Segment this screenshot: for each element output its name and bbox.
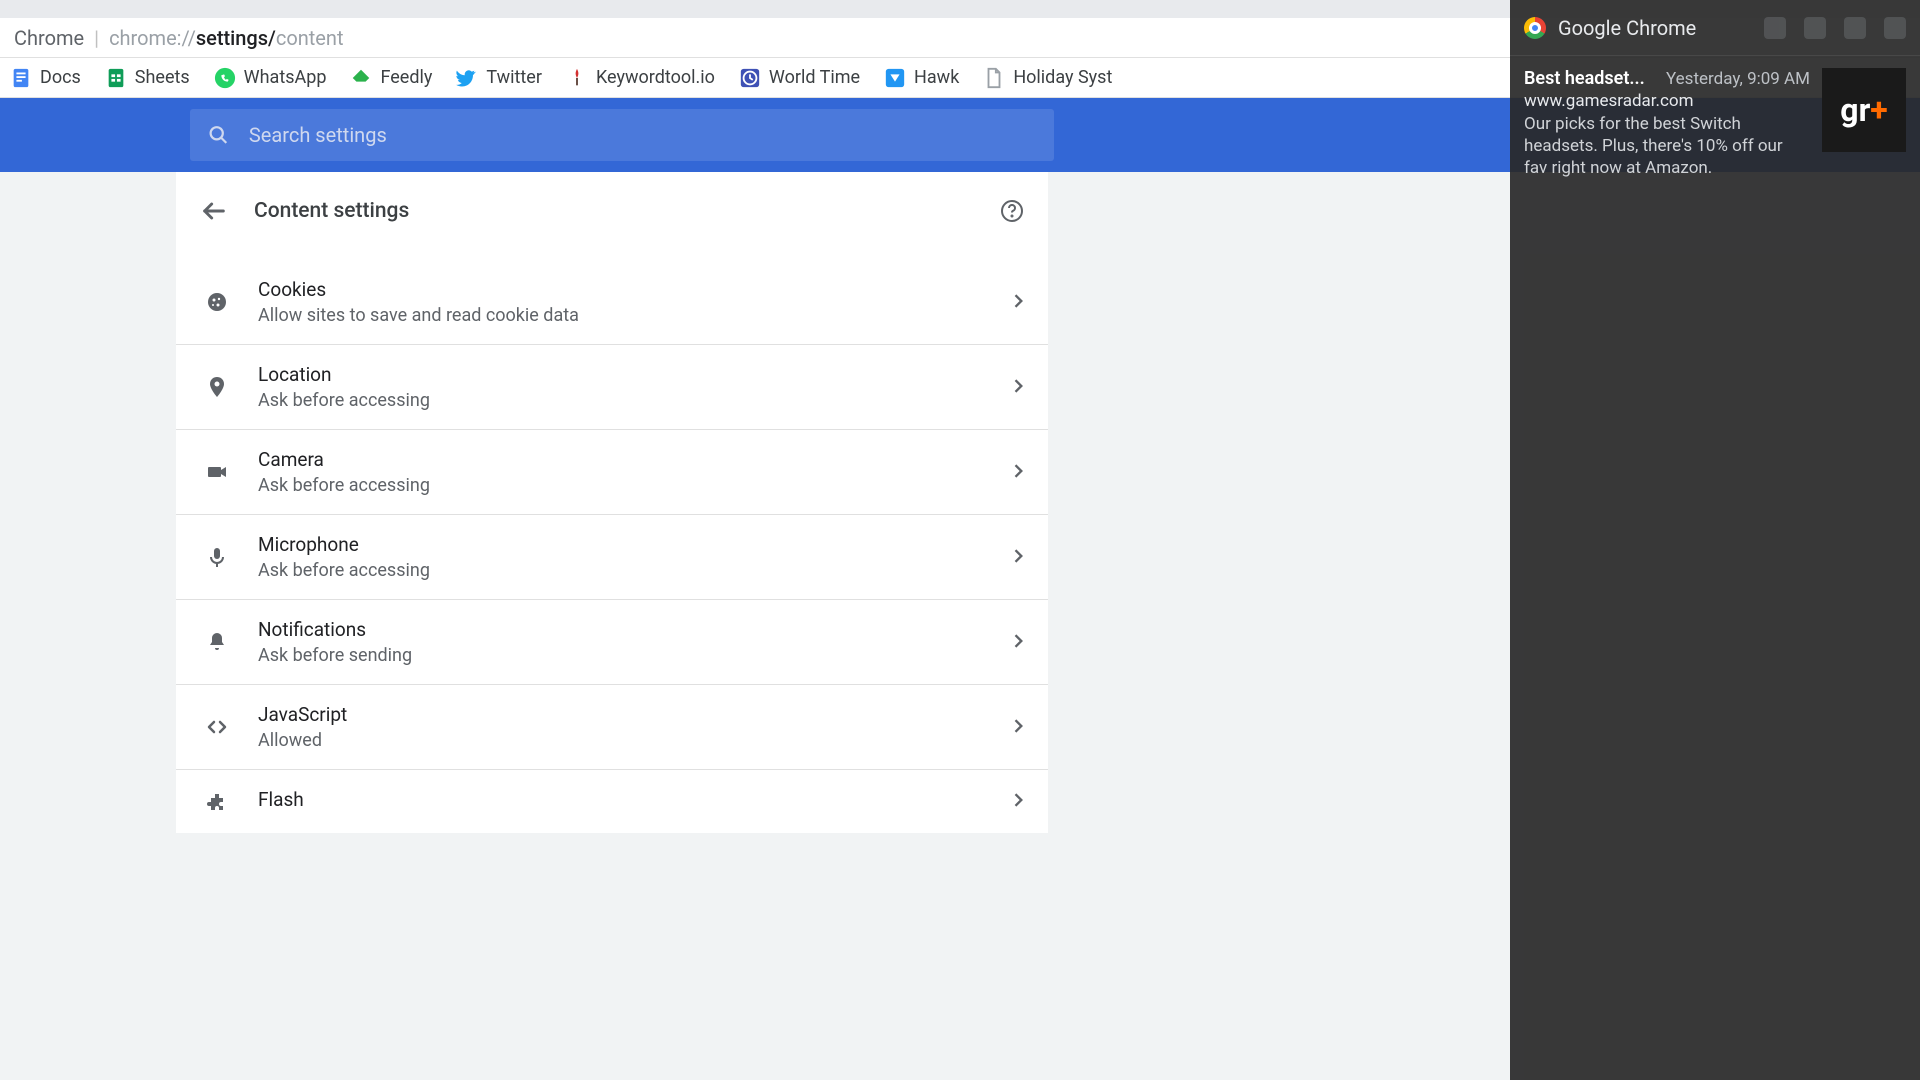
bookmark-label: Keywordtool.io bbox=[596, 67, 715, 88]
location-icon bbox=[204, 374, 230, 400]
setting-row-location[interactable]: Location Ask before accessing bbox=[176, 344, 1048, 429]
hawk-icon bbox=[884, 67, 906, 89]
chrome-icon bbox=[1524, 17, 1546, 39]
setting-title: Location bbox=[258, 363, 986, 386]
notification-site: www.gamesradar.com bbox=[1524, 91, 1810, 111]
sheets-icon bbox=[105, 67, 127, 89]
bookmark-label: Hawk bbox=[914, 67, 959, 88]
back-arrow-icon[interactable] bbox=[200, 197, 228, 225]
setting-title: Notifications bbox=[258, 618, 986, 641]
section-header: Content settings bbox=[176, 172, 1048, 250]
setting-subtitle: Ask before accessing bbox=[258, 475, 986, 496]
bookmark-feedly[interactable]: Feedly bbox=[350, 67, 432, 89]
feedly-icon bbox=[350, 67, 372, 89]
settings-list: Cookies Allow sites to save and read coo… bbox=[176, 250, 1048, 833]
notification-description: Our picks for the best Switch headsets. … bbox=[1524, 113, 1810, 179]
chevron-right-icon bbox=[1014, 378, 1024, 397]
search-input[interactable] bbox=[249, 123, 1036, 147]
setting-row-flash[interactable]: Flash bbox=[176, 769, 1048, 833]
clock-icon bbox=[739, 67, 761, 89]
file-icon bbox=[983, 67, 1005, 89]
keyword-icon bbox=[566, 67, 588, 89]
bookmark-twitter[interactable]: Twitter bbox=[456, 67, 542, 89]
code-icon bbox=[204, 714, 230, 740]
cookie-icon bbox=[204, 289, 230, 315]
browser-name: Chrome bbox=[14, 26, 84, 50]
search-box[interactable] bbox=[190, 109, 1054, 161]
setting-row-javascript[interactable]: JavaScript Allowed bbox=[176, 684, 1048, 769]
bookmark-label: World Time bbox=[769, 67, 860, 88]
bookmark-label: Sheets bbox=[135, 67, 190, 88]
notification-panel: Google Chrome Best headset... Yesterday,… bbox=[1510, 0, 1920, 1080]
setting-row-notifications[interactable]: Notifications Ask before sending bbox=[176, 599, 1048, 684]
setting-title: Cookies bbox=[258, 278, 986, 301]
setting-title: Flash bbox=[258, 788, 986, 811]
url: chrome://settings/content bbox=[109, 26, 343, 50]
separator: | bbox=[94, 26, 99, 50]
setting-subtitle: Ask before accessing bbox=[258, 560, 986, 581]
setting-row-cookies[interactable]: Cookies Allow sites to save and read coo… bbox=[176, 250, 1048, 344]
bookmark-sheets[interactable]: Sheets bbox=[105, 67, 190, 89]
setting-title: Microphone bbox=[258, 533, 986, 556]
notification-thumbnail: gr+ bbox=[1822, 68, 1906, 152]
setting-subtitle: Ask before accessing bbox=[258, 390, 986, 411]
setting-subtitle: Ask before sending bbox=[258, 645, 986, 666]
page-title: Content settings bbox=[254, 199, 974, 223]
setting-subtitle: Allowed bbox=[258, 730, 986, 751]
chevron-right-icon bbox=[1014, 463, 1024, 482]
setting-title: Camera bbox=[258, 448, 986, 471]
bookmark-label: Feedly bbox=[380, 67, 432, 88]
microphone-icon bbox=[204, 544, 230, 570]
chevron-right-icon bbox=[1014, 548, 1024, 567]
docs-icon bbox=[10, 67, 32, 89]
bookmark-hawk[interactable]: Hawk bbox=[884, 67, 959, 89]
notification-card[interactable]: Best headset... Yesterday, 9:09 AM www.g… bbox=[1510, 56, 1920, 191]
bookmark-label: Twitter bbox=[486, 67, 542, 88]
notification-app-name: Google Chrome bbox=[1558, 16, 1696, 40]
notification-title: Best headset... bbox=[1524, 68, 1645, 89]
bookmark-world-time[interactable]: World Time bbox=[739, 67, 860, 89]
chevron-right-icon bbox=[1014, 633, 1024, 652]
setting-row-microphone[interactable]: Microphone Ask before accessing bbox=[176, 514, 1048, 599]
chevron-right-icon bbox=[1014, 293, 1024, 312]
help-icon[interactable] bbox=[1000, 199, 1024, 223]
bookmark-label: Docs bbox=[40, 67, 81, 88]
bookmark-whatsapp[interactable]: WhatsApp bbox=[214, 67, 327, 89]
bookmark-label: WhatsApp bbox=[244, 67, 327, 88]
tray-icons bbox=[1764, 17, 1906, 39]
setting-subtitle: Allow sites to save and read cookie data bbox=[258, 305, 986, 326]
setting-row-camera[interactable]: Camera Ask before accessing bbox=[176, 429, 1048, 514]
search-icon bbox=[208, 124, 229, 146]
bookmark-docs[interactable]: Docs bbox=[10, 67, 81, 89]
notification-header: Google Chrome bbox=[1510, 0, 1920, 56]
whatsapp-icon bbox=[214, 67, 236, 89]
setting-title: JavaScript bbox=[258, 703, 986, 726]
chevron-right-icon bbox=[1014, 718, 1024, 737]
notification-time: Yesterday, 9:09 AM bbox=[1666, 69, 1810, 89]
camera-icon bbox=[204, 459, 230, 485]
bookmark-holiday-syst[interactable]: Holiday Syst bbox=[983, 67, 1112, 89]
bell-icon bbox=[204, 629, 230, 655]
bookmark-label: Holiday Syst bbox=[1013, 67, 1112, 88]
chevron-right-icon bbox=[1014, 792, 1024, 811]
bookmark-keywordtool-io[interactable]: Keywordtool.io bbox=[566, 67, 715, 89]
content-pane: Content settings Cookies Allow sites to … bbox=[176, 172, 1048, 833]
twitter-icon bbox=[456, 67, 478, 89]
plugin-icon bbox=[204, 789, 230, 815]
